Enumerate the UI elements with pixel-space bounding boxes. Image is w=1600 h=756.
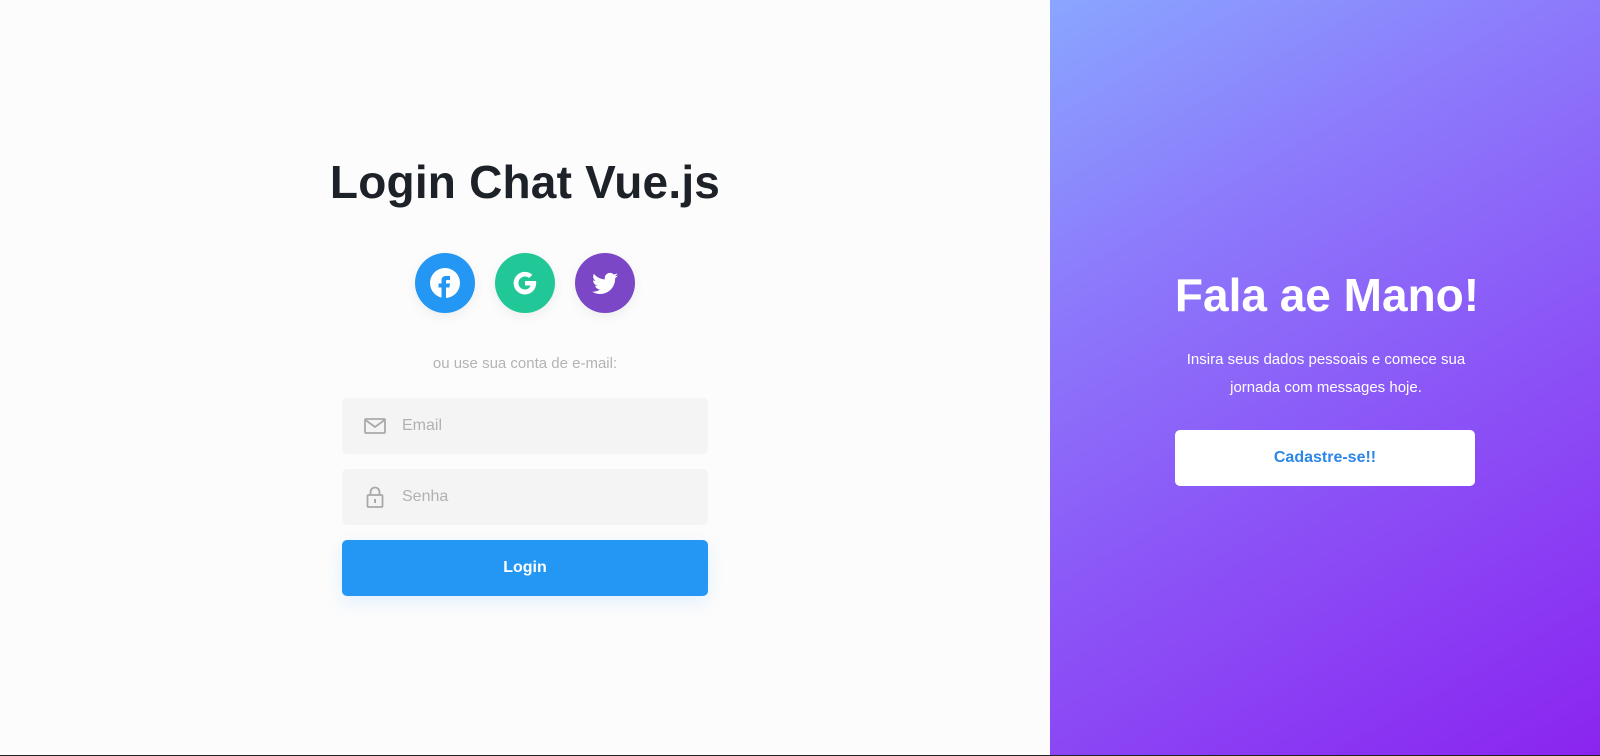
facebook-icon — [430, 268, 460, 298]
login-button[interactable]: Login — [342, 540, 708, 596]
mail-icon — [364, 415, 386, 437]
email-divider-text: ou use sua conta de e-mail: — [432, 355, 618, 372]
twitter-icon — [592, 272, 618, 294]
email-input[interactable] — [402, 398, 708, 454]
google-login-button[interactable] — [495, 253, 555, 313]
social-login-row — [415, 253, 635, 313]
email-field[interactable] — [342, 398, 708, 454]
password-field[interactable] — [342, 469, 708, 525]
signup-button[interactable]: Cadastre-se!! — [1175, 430, 1475, 486]
facebook-login-button[interactable] — [415, 253, 475, 313]
welcome-title: Fala ae Mano! — [1174, 269, 1480, 321]
login-title: Login Chat Vue.js — [329, 156, 721, 208]
lock-icon — [364, 486, 386, 508]
password-input[interactable] — [402, 469, 708, 525]
login-panel: Login Chat Vue.js ou use sua conta de e-… — [0, 0, 1050, 756]
twitter-login-button[interactable] — [575, 253, 635, 313]
welcome-text: Insira seus dados pessoais e comece sua … — [1186, 351, 1466, 396]
google-icon — [513, 271, 537, 295]
